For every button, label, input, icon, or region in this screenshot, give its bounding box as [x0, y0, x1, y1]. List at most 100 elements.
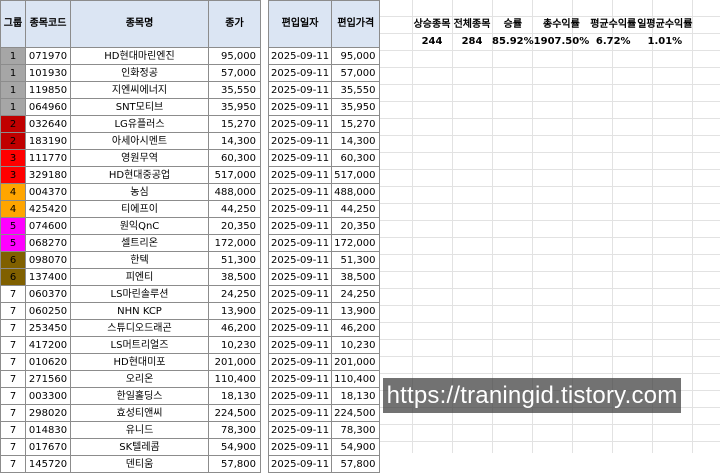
entry-price-cell[interactable]: 57,000 — [331, 64, 381, 82]
entry-date-cell[interactable]: 2025-09-11 — [267, 353, 333, 371]
entry-date-cell[interactable]: 2025-09-11 — [267, 455, 333, 473]
group-cell[interactable]: 7 — [0, 370, 26, 388]
name-cell[interactable]: LS머트리얼즈 — [70, 336, 209, 354]
entry-price-cell[interactable]: 78,300 — [331, 421, 381, 439]
entry-date-cell[interactable]: 2025-09-11 — [267, 251, 333, 269]
header-group[interactable]: 그룹 — [0, 0, 26, 48]
entry-price-cell[interactable]: 46,200 — [331, 319, 381, 337]
group-cell[interactable]: 1 — [0, 98, 26, 116]
header-close[interactable]: 종가 — [208, 0, 261, 48]
group-cell[interactable]: 7 — [0, 387, 26, 405]
group-cell[interactable]: 6 — [0, 268, 26, 286]
stat-label-rising[interactable]: 상승종목 — [412, 16, 452, 33]
name-cell[interactable]: 인화정공 — [70, 64, 209, 82]
stat-label-winrate[interactable]: 승률 — [492, 16, 534, 33]
spreadsheet-grid[interactable]: 그룹 종목코드 종목명 종가 편입일자 편입가격 1 071970 HD현대마린엔진… — [0, 0, 720, 473]
entry-price-cell[interactable]: 51,300 — [331, 251, 381, 269]
entry-date-cell[interactable]: 2025-09-11 — [267, 47, 333, 65]
name-cell[interactable]: HD현대중공업 — [70, 166, 209, 184]
entry-date-cell[interactable]: 2025-09-11 — [267, 319, 333, 337]
close-price-cell[interactable]: 57,800 — [208, 455, 261, 473]
close-price-cell[interactable]: 95,000 — [208, 47, 261, 65]
entry-date-cell[interactable]: 2025-09-11 — [267, 370, 333, 388]
code-cell[interactable]: 145720 — [25, 455, 71, 473]
code-cell[interactable]: 253450 — [25, 319, 71, 337]
name-cell[interactable]: 효성티앤씨 — [70, 404, 209, 422]
close-price-cell[interactable]: 18,130 — [208, 387, 261, 405]
close-price-cell[interactable]: 10,230 — [208, 336, 261, 354]
entry-price-cell[interactable]: 35,550 — [331, 81, 381, 99]
entry-date-cell[interactable]: 2025-09-11 — [267, 98, 333, 116]
close-price-cell[interactable]: 57,000 — [208, 64, 261, 82]
entry-price-cell[interactable]: 35,950 — [331, 98, 381, 116]
entry-price-cell[interactable]: 14,300 — [331, 132, 381, 150]
name-cell[interactable]: LS마린솔루션 — [70, 285, 209, 303]
close-price-cell[interactable]: 44,250 — [208, 200, 261, 218]
entry-date-cell[interactable]: 2025-09-11 — [267, 336, 333, 354]
stat-value-daily-avg-return[interactable]: 1.01% — [637, 33, 692, 50]
code-cell[interactable]: 119850 — [25, 81, 71, 99]
name-cell[interactable]: 오리온 — [70, 370, 209, 388]
name-cell[interactable]: 덴티움 — [70, 455, 209, 473]
entry-date-cell[interactable]: 2025-09-11 — [267, 421, 333, 439]
close-price-cell[interactable]: 60,300 — [208, 149, 261, 167]
group-cell[interactable]: 7 — [0, 319, 26, 337]
close-price-cell[interactable]: 35,550 — [208, 81, 261, 99]
entry-date-cell[interactable]: 2025-09-11 — [267, 81, 333, 99]
entry-price-cell[interactable]: 20,350 — [331, 217, 381, 235]
code-cell[interactable]: 074600 — [25, 217, 71, 235]
name-cell[interactable]: 유니드 — [70, 421, 209, 439]
group-cell[interactable]: 1 — [0, 47, 26, 65]
entry-price-cell[interactable]: 517,000 — [331, 166, 381, 184]
code-cell[interactable]: 183190 — [25, 132, 71, 150]
close-price-cell[interactable]: 172,000 — [208, 234, 261, 252]
entry-price-cell[interactable]: 95,000 — [331, 47, 381, 65]
close-price-cell[interactable]: 38,500 — [208, 268, 261, 286]
name-cell[interactable]: 스튜디오드래곤 — [70, 319, 209, 337]
group-cell[interactable]: 1 — [0, 81, 26, 99]
name-cell[interactable]: NHN KCP — [70, 302, 209, 320]
entry-price-cell[interactable]: 224,500 — [331, 404, 381, 422]
code-cell[interactable]: 425420 — [25, 200, 71, 218]
stat-label-total[interactable]: 전체종목 — [452, 16, 492, 33]
code-cell[interactable]: 004370 — [25, 183, 71, 201]
name-cell[interactable]: LG유플러스 — [70, 115, 209, 133]
close-price-cell[interactable]: 488,000 — [208, 183, 261, 201]
code-cell[interactable]: 329180 — [25, 166, 71, 184]
group-cell[interactable]: 7 — [0, 353, 26, 371]
stat-value-avg-return[interactable]: 6.72% — [589, 33, 637, 50]
name-cell[interactable]: 아세아시멘트 — [70, 132, 209, 150]
header-date[interactable]: 편입일자 — [267, 0, 333, 48]
name-cell[interactable]: 지엔씨에너지 — [70, 81, 209, 99]
entry-date-cell[interactable]: 2025-09-11 — [267, 268, 333, 286]
group-cell[interactable]: 7 — [0, 302, 26, 320]
entry-price-cell[interactable]: 13,900 — [331, 302, 381, 320]
code-cell[interactable]: 014830 — [25, 421, 71, 439]
entry-price-cell[interactable]: 110,400 — [331, 370, 381, 388]
group-cell[interactable]: 4 — [0, 200, 26, 218]
stat-value-total[interactable]: 284 — [452, 33, 492, 50]
name-cell[interactable]: 농심 — [70, 183, 209, 201]
group-cell[interactable]: 7 — [0, 285, 26, 303]
entry-date-cell[interactable]: 2025-09-11 — [267, 404, 333, 422]
code-cell[interactable]: 417200 — [25, 336, 71, 354]
entry-price-cell[interactable]: 24,250 — [331, 285, 381, 303]
entry-price-cell[interactable]: 201,000 — [331, 353, 381, 371]
entry-date-cell[interactable]: 2025-09-11 — [267, 132, 333, 150]
name-cell[interactable]: 티에프이 — [70, 200, 209, 218]
close-price-cell[interactable]: 517,000 — [208, 166, 261, 184]
entry-date-cell[interactable]: 2025-09-11 — [267, 200, 333, 218]
name-cell[interactable]: 영원무역 — [70, 149, 209, 167]
code-cell[interactable]: 071970 — [25, 47, 71, 65]
name-cell[interactable]: 한일홀딩스 — [70, 387, 209, 405]
name-cell[interactable]: 원익QnC — [70, 217, 209, 235]
stat-label-daily-avg-return[interactable]: 일평균수익률 — [637, 16, 692, 33]
code-cell[interactable]: 010620 — [25, 353, 71, 371]
entry-date-cell[interactable]: 2025-09-11 — [267, 387, 333, 405]
name-cell[interactable]: HD현대미포 — [70, 353, 209, 371]
close-price-cell[interactable]: 46,200 — [208, 319, 261, 337]
entry-price-cell[interactable]: 57,800 — [331, 455, 381, 473]
stat-label-total-return[interactable]: 총수익률 — [534, 16, 590, 33]
entry-price-cell[interactable]: 44,250 — [331, 200, 381, 218]
code-cell[interactable]: 271560 — [25, 370, 71, 388]
